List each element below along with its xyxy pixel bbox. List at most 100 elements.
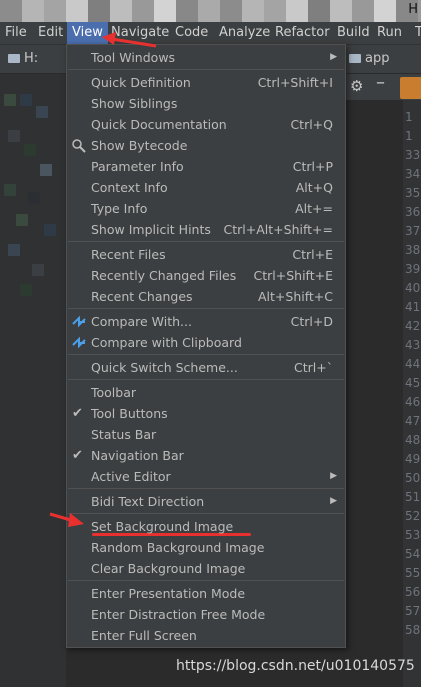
menu-item-compare-with-clipboard[interactable]: Compare with Clipboard [67,332,345,353]
blur-tile [198,0,220,22]
menu-item-bidi-text-direction[interactable]: Bidi Text Direction ▶ [67,491,345,512]
watermark: https://blog.csdn.net/u010140575 [176,658,415,674]
menu-item-quick-documentation[interactable]: Quick Documentation Ctrl+Q [67,114,345,135]
menu-separator [68,488,344,489]
menu-item-label: Set Background Image [91,519,234,534]
annotation-arrow-view [102,32,157,48]
menu-item-shortcut: Ctrl+Shift+I [257,75,333,90]
breadcrumb-app[interactable]: app [349,51,389,66]
menu-item-toolbar[interactable]: Toolbar [67,382,345,403]
line-number: 56 [405,585,421,599]
menu-item-shortcut: Ctrl+E [292,247,333,262]
menu-item-label: Recent Files [91,247,166,262]
menu-item-show-siblings[interactable]: Show Siblings [67,93,345,114]
menu-item-recent-changes[interactable]: Recent Changes Alt+Shift+C [67,286,345,307]
line-number: 49 [405,452,421,466]
menu-item-enter-full-screen[interactable]: Enter Full Screen [67,625,345,646]
menu-item-navigation-bar[interactable]: ✔ Navigation Bar [67,445,345,466]
menu-item-tool-buttons[interactable]: ✔ Tool Buttons [67,403,345,424]
menu-item-quick-definition[interactable]: Quick Definition Ctrl+Shift+I [67,72,345,93]
menu-item-active-editor[interactable]: Active Editor ▶ [67,466,345,487]
menubar-item-edit[interactable]: Edit [33,22,68,44]
line-number: 1 [405,110,413,124]
line-number: 46 [405,395,421,409]
menu-item-quick-switch-scheme[interactable]: Quick Switch Scheme... Ctrl+` [67,357,345,378]
blur-tile [8,244,20,256]
blur-tile [44,0,66,22]
line-number: 50 [405,471,421,485]
menu-item-label: Compare With... [91,314,192,329]
blur-tile [286,0,308,22]
menu-item-label: Random Background Image [91,540,265,555]
menu-item-shortcut: Ctrl+D [290,314,333,329]
view-menu-dropdown: Tool Windows ▶ Quick Definition Ctrl+Shift+… [66,44,346,648]
folder-icon [349,54,361,63]
blur-tile [32,264,44,276]
menu-item-shortcut: Alt+Shift+C [257,289,333,304]
menubar-item-run[interactable]: Run [372,22,407,44]
blur-tile [132,0,154,22]
blur-tile [330,0,352,22]
menu-item-label: Show Siblings [91,96,178,111]
blur-tile [0,0,22,22]
line-number: 57 [405,604,421,618]
menubar: File Edit View Navigate Code Analyze Refactor B… [0,22,421,45]
menu-item-shortcut: Alt+Q [295,180,333,195]
compare-icon [71,314,87,329]
line-number: 35 [405,186,421,200]
menubar-item-analyze[interactable]: Analyze [214,22,275,44]
menu-separator [68,241,344,242]
gear-icon[interactable]: ⚙ [350,77,363,95]
menu-item-context-info[interactable]: Context Info Alt+Q [67,177,345,198]
menu-separator [68,513,344,514]
line-number: 34 [405,167,421,181]
menu-item-shortcut: Ctrl+Alt+Shift+= [223,222,333,237]
menu-item-label: Type Info [91,201,148,216]
menu-separator [68,354,344,355]
blur-tile [8,130,20,142]
breadcrumb-root-label: H: [24,51,39,66]
menu-item-show-implicit-hints[interactable]: Show Implicit Hints Ctrl+Alt+Shift+= [67,219,345,240]
menubar-item-refactor[interactable]: Refactor [270,22,335,44]
minimize-icon[interactable]: – [376,72,385,93]
menu-item-enter-presentation-mode[interactable]: Enter Presentation Mode [67,583,345,604]
menubar-item-file[interactable]: File [0,22,32,44]
line-number: 58 [405,623,421,637]
breadcrumb-root[interactable]: H: [8,51,38,66]
submenu-arrow-icon: ▶ [330,471,337,481]
menu-item-set-background-image[interactable]: Set Background Image [67,516,345,537]
blur-tile [24,144,36,156]
menu-item-label: Quick Definition [91,75,191,90]
editor-tab-indicator[interactable] [400,77,421,99]
line-number: 45 [405,376,421,390]
menu-item-recently-changed-files[interactable]: Recently Changed Files Ctrl+Shift+E [67,265,345,286]
menu-item-clear-background-image[interactable]: Clear Background Image [67,558,345,579]
menu-item-shortcut: Ctrl+P [292,159,333,174]
blur-tile [36,106,48,118]
menubar-item-build[interactable]: Build [332,22,375,44]
menubar-item-code[interactable]: Code [170,22,213,44]
menu-item-label: Parameter Info [91,159,184,174]
menu-item-random-background-image[interactable]: Random Background Image [67,537,345,558]
blur-tile [154,0,176,22]
menu-item-enter-distraction-free-mode[interactable]: Enter Distraction Free Mode [67,604,345,625]
line-number: 47 [405,414,421,428]
menu-item-show-bytecode[interactable]: Show Bytecode [67,135,345,156]
menu-separator [68,69,344,70]
menu-item-status-bar[interactable]: Status Bar [67,424,345,445]
menu-separator [68,580,344,581]
menubar-item-t[interactable]: T [410,22,421,44]
line-number: 38 [405,243,421,257]
menu-item-type-info[interactable]: Type Info Alt+= [67,198,345,219]
menu-item-shortcut: Alt+= [295,201,333,216]
menu-item-label: Toolbar [91,385,137,400]
bytecode-icon [71,138,87,153]
menu-item-label: Show Bytecode [91,138,188,153]
line-number: 53 [405,528,421,542]
blur-tile [264,0,286,22]
menu-item-compare-with[interactable]: Compare With... Ctrl+D [67,311,345,332]
blur-tile [352,0,374,22]
menu-item-parameter-info[interactable]: Parameter Info Ctrl+P [67,156,345,177]
checkmark-icon: ✔ [72,448,83,463]
menu-item-recent-files[interactable]: Recent Files Ctrl+E [67,244,345,265]
